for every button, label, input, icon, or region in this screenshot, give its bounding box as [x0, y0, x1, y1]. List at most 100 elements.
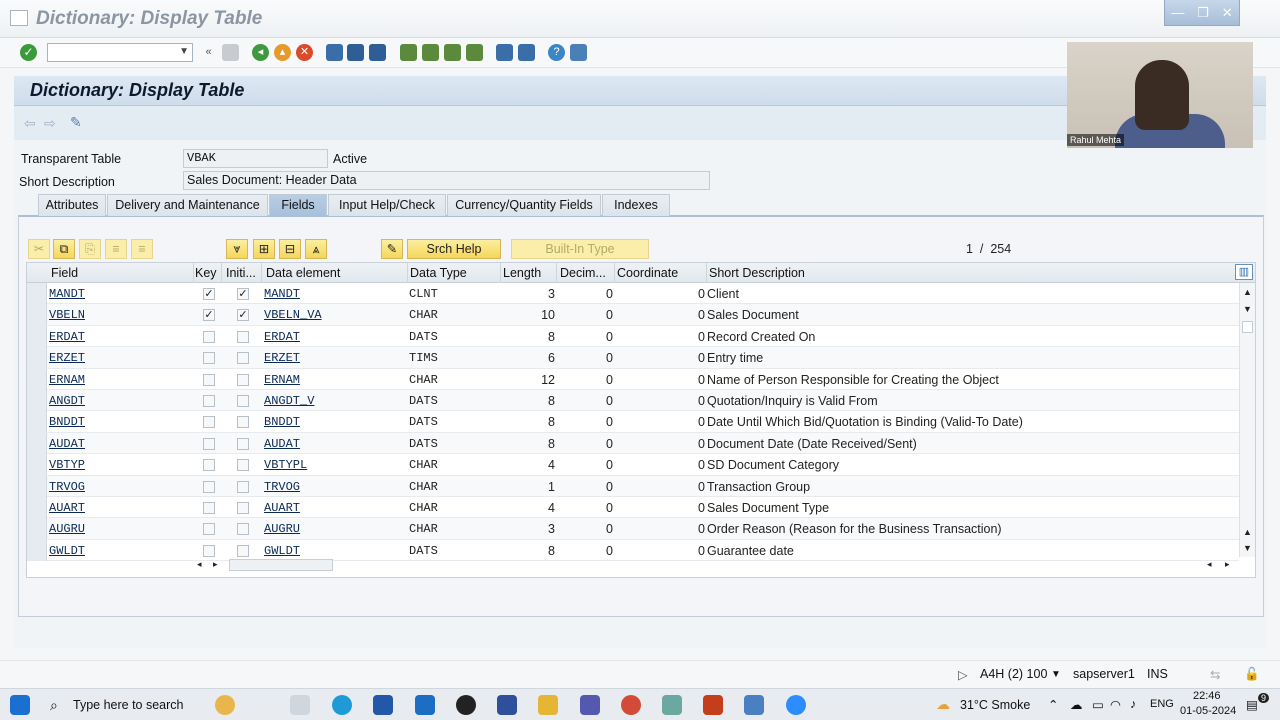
dell-icon[interactable]	[456, 695, 476, 715]
cancel-icon[interactable]: ✕	[296, 44, 313, 61]
volume-icon[interactable]: ♪	[1130, 697, 1136, 711]
data-element[interactable]: ERDAT	[264, 330, 300, 344]
back-icon[interactable]: ◂	[252, 44, 269, 61]
customize-layout-icon[interactable]	[570, 44, 587, 61]
paste-row-button[interactable]: ⎘	[79, 239, 101, 259]
notification-icon[interactable]: ▤	[1246, 697, 1258, 712]
field-name[interactable]: ANGDT	[49, 394, 85, 408]
field-name[interactable]: TRVOG	[49, 480, 85, 494]
field-name[interactable]: VBTYP	[49, 458, 85, 472]
field-name[interactable]: AUGRU	[49, 522, 85, 536]
enter-check-icon[interactable]: ✓	[20, 44, 37, 61]
field-name[interactable]: BNDDT	[49, 415, 85, 429]
row-selector[interactable]	[27, 411, 47, 433]
data-element[interactable]: AUGRU	[264, 522, 300, 536]
previous-page-icon[interactable]	[422, 44, 439, 61]
data-element[interactable]: TRVOG	[264, 480, 300, 494]
scroll-end-left-icon[interactable]: ◂	[1207, 559, 1212, 570]
initial-checkbox[interactable]	[237, 330, 249, 343]
mail-icon[interactable]	[415, 695, 435, 715]
tab-indexes[interactable]: Indexes	[602, 194, 670, 216]
table-row[interactable]: AUGRU AUGRU CHAR 3 0 0 Order Reason (Reason fo…	[27, 518, 1239, 540]
column-header-coordinate[interactable]: Coordinate	[617, 266, 678, 280]
key-checkbox[interactable]	[203, 395, 215, 407]
data-element[interactable]: ERZET	[264, 351, 300, 365]
initial-checkbox[interactable]	[237, 480, 249, 493]
shortcut-icon[interactable]	[518, 44, 535, 61]
column-header-data-element[interactable]: Data element	[266, 266, 340, 280]
structure-icon[interactable]: ⊞	[253, 239, 275, 259]
table-row[interactable]: AUDAT AUDAT DATS 8 0 0 Document Date (Date Rec…	[27, 432, 1239, 455]
battery-icon[interactable]: ▭	[1092, 697, 1104, 712]
tab-delivery-maintenance[interactable]: Delivery and Maintenance	[107, 194, 268, 216]
initial-checkbox[interactable]	[237, 373, 249, 386]
data-element[interactable]: AUDAT	[264, 437, 300, 451]
table-row[interactable]: AUART AUART CHAR 4 0 0 Sales Document Type	[27, 497, 1239, 519]
wifi-icon[interactable]: ◠	[1110, 697, 1121, 712]
column-header-length[interactable]: Length	[503, 266, 541, 280]
app-icon[interactable]	[497, 695, 517, 715]
display-change-icon[interactable]: ✎	[70, 114, 82, 131]
clock-date[interactable]: 01-05-2024	[1180, 705, 1236, 717]
key-checkbox[interactable]	[203, 437, 215, 450]
maximize-button[interactable]: ❐	[1197, 5, 1209, 21]
key-checkbox[interactable]	[203, 502, 215, 514]
task-view-icon[interactable]	[290, 695, 310, 715]
system-dropdown-icon[interactable]: ▼	[1051, 669, 1061, 680]
key-checkbox[interactable]: ✓	[203, 288, 215, 300]
table-row[interactable]: ERZET ERZET TIMS 6 0 0 Entry time	[27, 347, 1239, 369]
clock-time[interactable]: 22:46	[1193, 690, 1221, 702]
save-icon[interactable]	[222, 44, 239, 61]
key-checkbox[interactable]	[203, 416, 215, 429]
row-selector[interactable]	[27, 368, 47, 390]
field-name[interactable]: AUDAT	[49, 437, 85, 451]
table-row[interactable]: BNDDT BNDDT DATS 8 0 0 Date Until Which Bid/Qu…	[27, 411, 1239, 433]
horizontal-scroll-thumb[interactable]	[229, 559, 333, 571]
search-help-icon[interactable]: ✎	[381, 239, 403, 259]
field-name[interactable]: MANDT	[49, 287, 85, 301]
column-header-short-description[interactable]: Short Description	[709, 266, 805, 280]
find-next-icon[interactable]	[369, 44, 386, 61]
weather-text[interactable]: 31°C Smoke	[960, 698, 1030, 712]
initial-checkbox[interactable]	[237, 523, 249, 536]
initial-checkbox[interactable]	[237, 352, 249, 365]
tray-chevron-up-icon[interactable]: ⌃	[1048, 697, 1058, 712]
cut-row-button[interactable]: ✂	[28, 239, 50, 259]
table-row[interactable]: TRVOG TRVOG CHAR 1 0 0 Transaction Group	[27, 475, 1239, 497]
key-checkbox[interactable]	[203, 523, 215, 536]
initial-checkbox[interactable]	[237, 416, 249, 429]
initial-checkbox[interactable]	[237, 395, 249, 407]
last-page-icon[interactable]	[466, 44, 483, 61]
tab-input-help-check[interactable]: Input Help/Check	[328, 194, 446, 216]
table-icon[interactable]: ⊟	[279, 239, 301, 259]
close-button[interactable]: ✕	[1222, 5, 1233, 21]
chrome-icon[interactable]	[621, 695, 641, 715]
table-row[interactable]: VBTYP VBTYPL CHAR 4 0 0 SD Document Category	[27, 454, 1239, 476]
initial-checkbox[interactable]: ✓	[237, 288, 249, 300]
language-indicator[interactable]: ENG	[1150, 698, 1174, 710]
table-row[interactable]: ERDAT ERDAT DATS 8 0 0 Record Created On	[27, 325, 1239, 348]
expand-icon[interactable]: ⩔	[226, 239, 248, 259]
column-header-data-type[interactable]: Data Type	[410, 266, 467, 280]
data-element[interactable]: GWLDT	[264, 544, 300, 558]
row-selector[interactable]	[27, 497, 47, 518]
key-checkbox[interactable]	[203, 480, 215, 493]
tab-attributes[interactable]: Attributes	[38, 194, 106, 216]
minimize-button[interactable]: —	[1171, 5, 1184, 20]
key-checkbox[interactable]	[203, 544, 215, 557]
command-field[interactable]: ▼	[47, 43, 193, 62]
scroll-left-icon[interactable]: ◂	[197, 559, 202, 570]
initial-checkbox[interactable]	[237, 544, 249, 557]
exit-icon[interactable]: ▴	[274, 44, 291, 61]
key-checkbox[interactable]	[203, 330, 215, 343]
scroll-page-up-icon[interactable]: ▲	[1243, 527, 1252, 537]
arrow-right-icon[interactable]: ⇨	[44, 115, 56, 132]
scroll-right-icon[interactable]: ▸	[213, 559, 218, 570]
find-icon[interactable]	[347, 44, 364, 61]
data-element[interactable]: AUART	[264, 501, 300, 515]
column-header-initial[interactable]: Initi...	[226, 266, 256, 280]
data-element[interactable]: MANDT	[264, 287, 300, 301]
zoom-icon[interactable]	[786, 695, 806, 715]
row-selector[interactable]	[27, 325, 47, 347]
row-selector[interactable]	[27, 283, 47, 304]
